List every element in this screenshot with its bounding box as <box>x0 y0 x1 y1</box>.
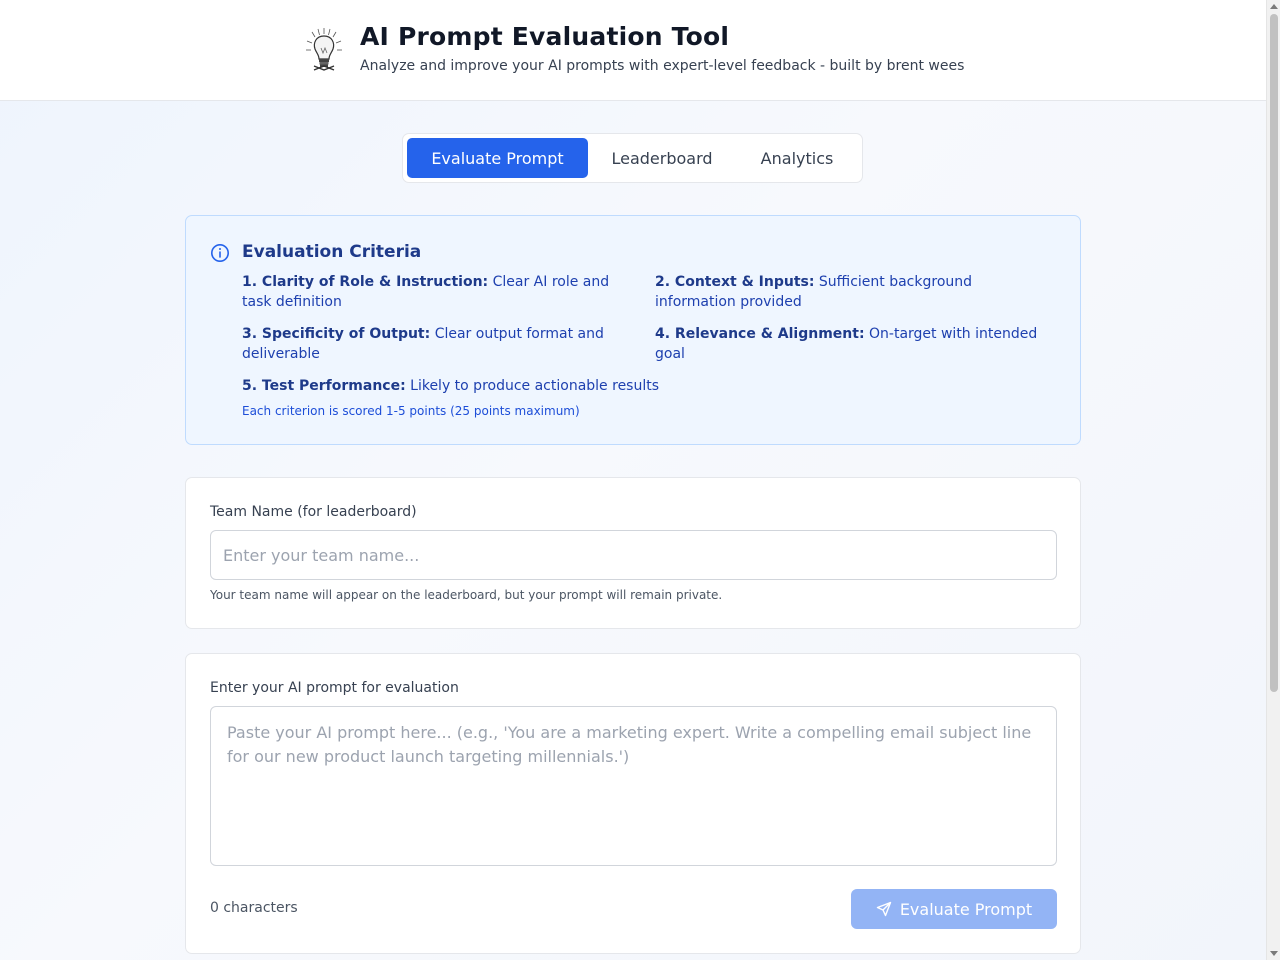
team-name-card: Team Name (for leaderboard) Your team na… <box>185 477 1081 629</box>
criterion-heading: 3. Specificity of Output: <box>242 326 431 342</box>
info-icon <box>210 243 230 263</box>
prompt-textarea[interactable] <box>210 706 1057 866</box>
team-name-helper: Your team name will appear on the leader… <box>210 588 723 602</box>
character-count: 0 characters <box>210 900 298 916</box>
criterion-performance: 5. Test Performance: Likely to produce a… <box>242 376 842 396</box>
team-name-input[interactable] <box>210 530 1057 580</box>
criterion-relevance: 4. Relevance & Alignment: On-target with… <box>655 324 1055 364</box>
prompt-label: Enter your AI prompt for evaluation <box>210 680 459 696</box>
scroll-thumb[interactable] <box>1270 14 1278 692</box>
criterion-heading: 5. Test Performance: <box>242 378 406 394</box>
tab-analytics[interactable]: Analytics <box>736 138 858 178</box>
vertical-scrollbar[interactable] <box>1266 0 1280 960</box>
tab-bar: Evaluate Prompt Leaderboard Analytics <box>402 133 863 183</box>
send-icon <box>876 901 892 917</box>
criterion-clarity: 1. Clarity of Role & Instruction: Clear … <box>242 272 622 312</box>
evaluate-button-label: Evaluate Prompt <box>899 899 1033 919</box>
lightbulb-icon <box>304 26 344 74</box>
criteria-scoring-note: Each criterion is scored 1-5 points (25 … <box>242 404 580 418</box>
criterion-heading: 1. Clarity of Role & Instruction: <box>242 274 489 290</box>
criterion-specificity: 3. Specificity of Output: Clear output f… <box>242 324 622 364</box>
team-name-label: Team Name (for leaderboard) <box>210 504 417 520</box>
app-title: AI Prompt Evaluation Tool <box>360 22 730 51</box>
prompt-card: Enter your AI prompt for evaluation 0 ch… <box>185 653 1081 954</box>
criteria-title: Evaluation Criteria <box>242 242 422 262</box>
scroll-down-icon[interactable] <box>1270 951 1278 956</box>
app-subtitle: Analyze and improve your AI prompts with… <box>360 58 965 74</box>
tab-evaluate-prompt[interactable]: Evaluate Prompt <box>407 138 588 178</box>
criterion-context: 2. Context & Inputs: Sufficient backgrou… <box>655 272 1055 312</box>
criterion-heading: 4. Relevance & Alignment: <box>655 326 865 342</box>
criterion-heading: 2. Context & Inputs: <box>655 274 815 290</box>
evaluate-prompt-button[interactable]: Evaluate Prompt <box>851 889 1057 929</box>
app-header: AI Prompt Evaluation Tool Analyze and im… <box>0 0 1266 101</box>
evaluation-criteria-panel: Evaluation Criteria 1. Clarity of Role &… <box>185 215 1081 445</box>
criterion-description: Likely to produce actionable results <box>410 378 660 394</box>
scroll-up-icon[interactable] <box>1270 4 1278 9</box>
tab-leaderboard[interactable]: Leaderboard <box>588 138 736 178</box>
